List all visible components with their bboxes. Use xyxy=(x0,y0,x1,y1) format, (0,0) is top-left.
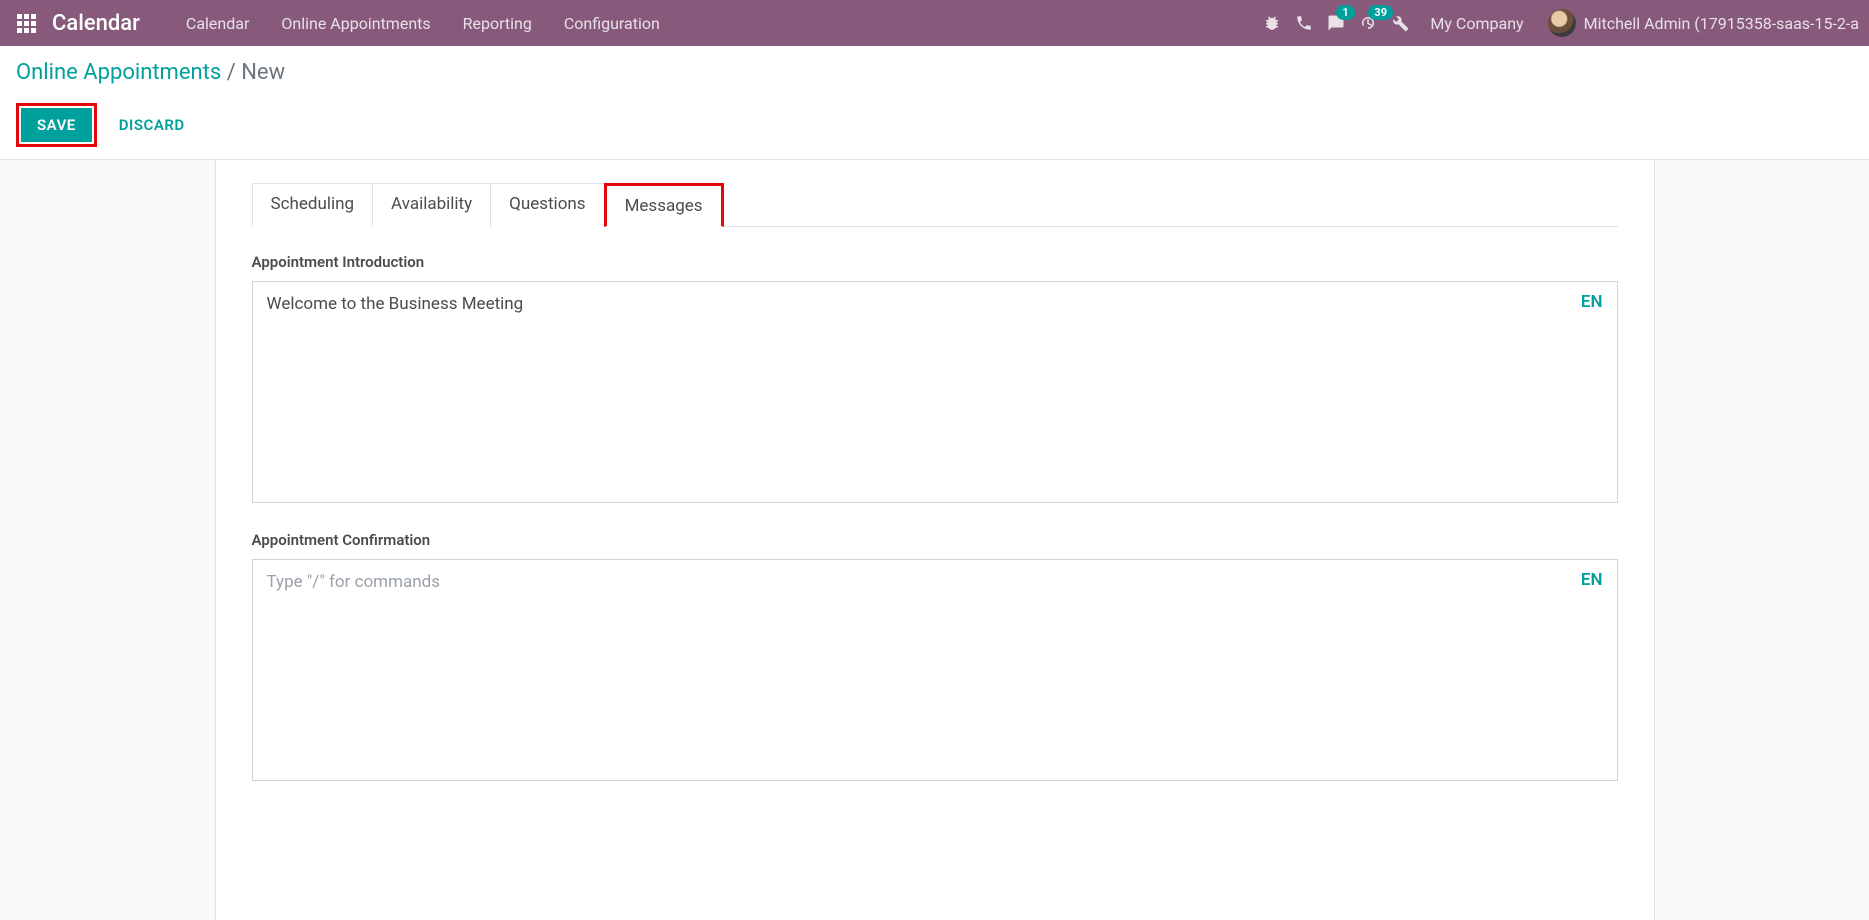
highlight-save: SAVE xyxy=(16,103,97,147)
messages-icon[interactable]: 1 xyxy=(1320,0,1352,46)
appointment-confirmation-placeholder: Type "/" for commands xyxy=(267,572,440,592)
appointment-introduction-label: Appointment Introduction xyxy=(252,253,1618,271)
breadcrumb-separator: / xyxy=(227,60,242,85)
breadcrumb-current: New xyxy=(241,60,285,85)
confirm-language-button[interactable]: EN xyxy=(1581,570,1603,590)
appointment-confirmation-editor[interactable]: Type "/" for commands EN xyxy=(252,559,1618,781)
save-button[interactable]: SAVE xyxy=(21,108,92,142)
discard-button[interactable]: DISCARD xyxy=(115,108,189,142)
tab-availability[interactable]: Availability xyxy=(372,183,491,227)
notebook-tabs: Scheduling Availability Questions Messag… xyxy=(252,182,1618,227)
company-switcher[interactable]: My Company xyxy=(1416,14,1537,33)
tab-scheduling[interactable]: Scheduling xyxy=(252,183,374,227)
user-name: Mitchell Admin (17915358-saas-15-2-a xyxy=(1584,14,1859,33)
nav-item-online-appointments[interactable]: Online Appointments xyxy=(265,0,446,46)
bug-icon[interactable] xyxy=(1256,0,1288,46)
control-panel-buttons: SAVE DISCARD xyxy=(16,103,1853,147)
appointment-confirmation-label: Appointment Confirmation xyxy=(252,531,1618,549)
tab-questions[interactable]: Questions xyxy=(490,183,604,227)
appointment-introduction-editor[interactable]: Welcome to the Business Meeting EN xyxy=(252,281,1618,503)
avatar xyxy=(1548,9,1576,37)
tools-icon[interactable] xyxy=(1384,0,1416,46)
phone-icon[interactable] xyxy=(1288,0,1320,46)
user-menu[interactable]: Mitchell Admin (17915358-saas-15-2-a xyxy=(1538,9,1859,37)
nav-item-calendar[interactable]: Calendar xyxy=(170,0,265,46)
apps-grid-icon[interactable] xyxy=(14,11,38,35)
control-panel: Online Appointments / New SAVE DISCARD xyxy=(0,46,1869,160)
breadcrumb: Online Appointments / New xyxy=(16,60,1853,85)
tab-messages[interactable]: Messages xyxy=(604,183,724,227)
form-sheet: Scheduling Availability Questions Messag… xyxy=(215,160,1655,920)
top-navbar: Calendar Calendar Online Appointments Re… xyxy=(0,0,1869,46)
nav-item-configuration[interactable]: Configuration xyxy=(548,0,676,46)
nav-item-reporting[interactable]: Reporting xyxy=(447,0,548,46)
breadcrumb-parent[interactable]: Online Appointments xyxy=(16,60,221,85)
form-sheet-bg: Scheduling Availability Questions Messag… xyxy=(0,160,1869,920)
activities-icon[interactable]: 39 xyxy=(1352,0,1384,46)
appointment-introduction-value: Welcome to the Business Meeting xyxy=(267,294,524,314)
intro-language-button[interactable]: EN xyxy=(1581,292,1603,312)
app-title: Calendar xyxy=(52,11,140,36)
